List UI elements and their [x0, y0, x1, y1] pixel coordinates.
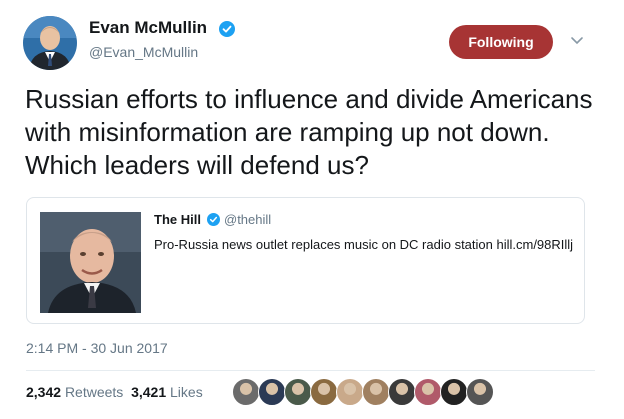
liker-avatar-1[interactable] — [232, 378, 260, 406]
retweets-stat[interactable]: 2,342 Retweets — [26, 384, 123, 400]
quoted-tweet-card[interactable]: The Hill @thehill Pro-Russia news outlet… — [26, 197, 585, 324]
tweet-stats: 2,342 Retweets 3,421 Likes — [26, 384, 203, 400]
quoted-author-name[interactable]: The Hill — [154, 212, 201, 227]
liker-avatar-2[interactable] — [258, 378, 286, 406]
liker-avatar-7[interactable] — [388, 378, 416, 406]
retweets-label: Retweets — [64, 384, 124, 400]
verified-badge-icon — [219, 21, 235, 37]
tweet-text: Russian efforts to influence and divide … — [25, 84, 593, 180]
liker-avatar-4[interactable] — [310, 378, 338, 406]
likes-stat[interactable]: 3,421 Likes — [131, 384, 203, 400]
retweets-count: 2,342 — [26, 384, 62, 400]
quoted-tweet-text: Pro-Russia news outlet replaces music on… — [154, 237, 574, 252]
author-name[interactable]: Evan McMullin — [89, 18, 207, 38]
quoted-author-handle[interactable]: @thehill — [224, 212, 271, 227]
liker-avatar-9[interactable] — [440, 378, 468, 406]
likes-count: 3,421 — [131, 384, 167, 400]
liker-avatar-6[interactable] — [362, 378, 390, 406]
quoted-tweet-photo — [40, 212, 141, 313]
liker-avatar-5[interactable] — [336, 378, 364, 406]
tweet-timestamp[interactable]: 2:14 PM - 30 Jun 2017 — [26, 340, 168, 356]
news-photo-icon — [40, 212, 141, 313]
verified-badge-icon — [207, 213, 220, 226]
liker-avatar-10[interactable] — [466, 378, 494, 406]
author-avatar[interactable] — [23, 16, 77, 70]
author-handle[interactable]: @Evan_McMullin — [89, 44, 198, 60]
chevron-down-icon[interactable] — [570, 36, 584, 46]
liker-avatar-8[interactable] — [414, 378, 442, 406]
following-button[interactable]: Following — [449, 25, 553, 59]
profile-photo-icon — [23, 16, 77, 70]
divider — [26, 370, 595, 371]
likes-label: Likes — [170, 384, 203, 400]
liker-avatar-3[interactable] — [284, 378, 312, 406]
